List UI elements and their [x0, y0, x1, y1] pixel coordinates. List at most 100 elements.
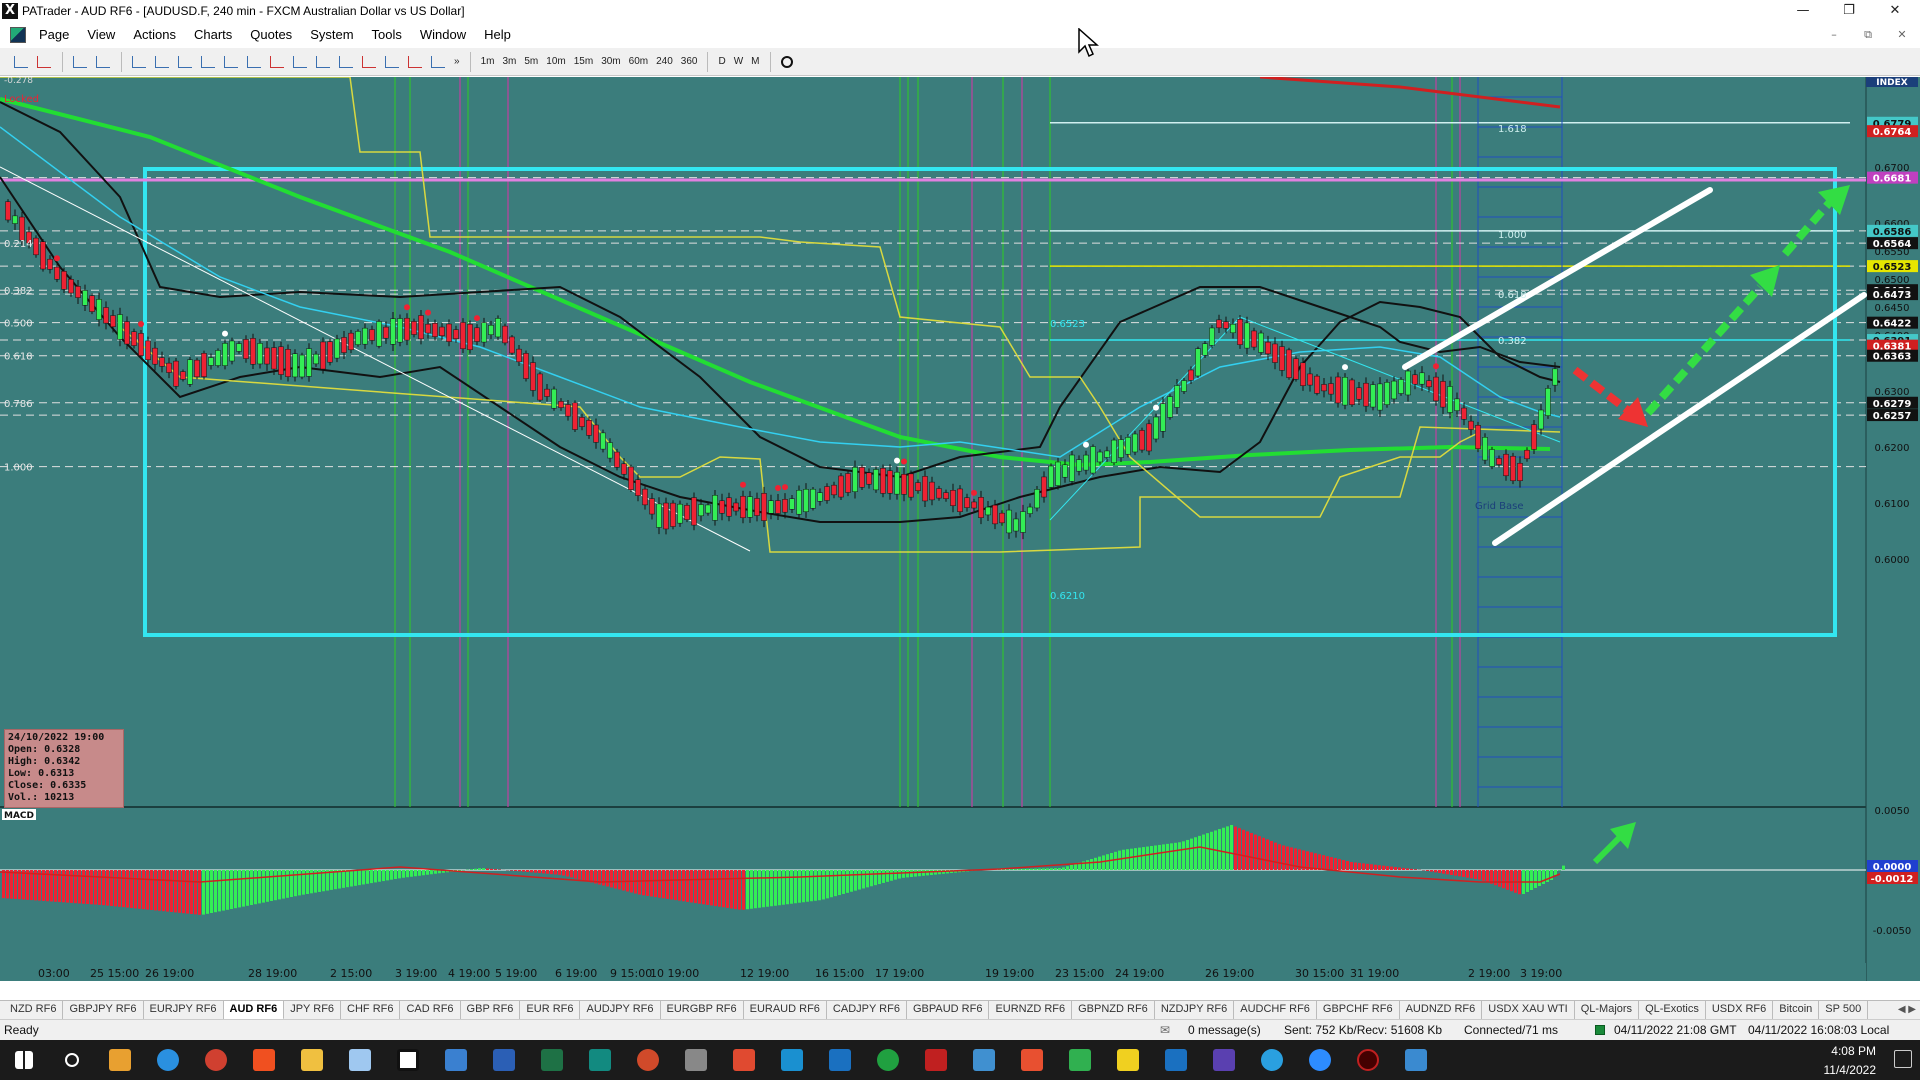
calculator-icon[interactable] — [432, 1040, 480, 1080]
tab-gbpchf-rf6[interactable]: GBPCHF RF6 — [1317, 1001, 1400, 1019]
price-chart[interactable]: 0.67000.66000.65500.65000.64500.64000.63… — [0, 77, 1920, 981]
notification-icon[interactable] — [1894, 1050, 1912, 1068]
menu-charts[interactable]: Charts — [185, 22, 241, 48]
patrader-icon[interactable] — [384, 1040, 432, 1080]
fibonacci-fan-icon[interactable] — [220, 52, 241, 72]
tab-jpy-rf6[interactable]: JPY RF6 — [284, 1001, 342, 1019]
tab-eurnzd-rf6[interactable]: EURNZD RF6 — [989, 1001, 1073, 1019]
app-icon-orange-c[interactable] — [1008, 1040, 1056, 1080]
chart-area[interactable]: 0.67000.66000.65500.65000.64500.64000.63… — [0, 77, 1920, 981]
menu-view[interactable]: View — [78, 22, 124, 48]
tab-gbp-rf6[interactable]: GBP RF6 — [461, 1001, 521, 1019]
crosshair-icon[interactable] — [92, 52, 113, 72]
unlink-chart-icon[interactable] — [33, 52, 54, 72]
fibonacci-retracement-icon[interactable] — [266, 52, 287, 72]
ninjatrader-icon[interactable] — [864, 1040, 912, 1080]
fibonacci-arc-icon[interactable] — [243, 52, 264, 72]
tab-cad-rf6[interactable]: CAD RF6 — [400, 1001, 461, 1019]
chart-window-icon[interactable] — [10, 27, 26, 43]
app-icon-purple[interactable] — [1200, 1040, 1248, 1080]
powerpoint-icon[interactable] — [624, 1040, 672, 1080]
tab-gbpnzd-rf6[interactable]: GBPNZD RF6 — [1072, 1001, 1155, 1019]
menu-page[interactable]: Page — [30, 22, 78, 48]
outlook-icon[interactable] — [816, 1040, 864, 1080]
menu-window[interactable]: Window — [411, 22, 475, 48]
tab-sp-500[interactable]: SP 500 — [1819, 1001, 1869, 1019]
text-tool-icon[interactable] — [381, 52, 402, 72]
menu-quotes[interactable]: Quotes — [241, 22, 301, 48]
menu-help[interactable]: Help — [475, 22, 520, 48]
telegram-icon[interactable] — [1248, 1040, 1296, 1080]
app-icon-gray[interactable] — [672, 1040, 720, 1080]
vertical-line-icon[interactable] — [174, 52, 195, 72]
tab-audjpy-rf6[interactable]: AUDJPY RF6 — [580, 1001, 661, 1019]
child-restore-button[interactable]: ⧉ — [1857, 26, 1879, 44]
horizontal-line-icon[interactable] — [151, 52, 172, 72]
child-minimize-button[interactable]: – — [1823, 26, 1845, 44]
timeframe-360[interactable]: 360 — [677, 52, 702, 72]
notes-icon[interactable] — [336, 1040, 384, 1080]
gann-fan-icon[interactable] — [312, 52, 333, 72]
zoom-icon[interactable] — [1296, 1040, 1344, 1080]
timeframe-5m[interactable]: 5m — [520, 52, 542, 72]
app-icon-photos[interactable] — [1392, 1040, 1440, 1080]
app-icon-red-s[interactable] — [720, 1040, 768, 1080]
child-close-button[interactable]: ✕ — [1891, 26, 1913, 44]
excel-icon[interactable] — [528, 1040, 576, 1080]
tab-nzdjpy-rf6[interactable]: NZDJPY RF6 — [1155, 1001, 1235, 1019]
timeframe-1m[interactable]: 1m — [477, 52, 499, 72]
tab-euraud-rf6[interactable]: EURAUD RF6 — [744, 1001, 827, 1019]
sticky-notes-icon[interactable] — [1104, 1040, 1152, 1080]
publisher-icon[interactable] — [576, 1040, 624, 1080]
tab-chf-rf6[interactable]: CHF RF6 — [341, 1001, 401, 1019]
cycle-lines-icon[interactable] — [335, 52, 356, 72]
link-chart-icon[interactable] — [10, 52, 31, 72]
chrome-icon[interactable] — [192, 1040, 240, 1080]
app-icon-blue-square[interactable] — [1152, 1040, 1200, 1080]
brave-icon[interactable] — [240, 1040, 288, 1080]
tab-gbpaud-rf6[interactable]: GBPAUD RF6 — [907, 1001, 990, 1019]
chart-type-icon[interactable] — [69, 52, 90, 72]
maximize-button[interactable]: ❐ — [1826, 0, 1872, 22]
menu-tools[interactable]: Tools — [363, 22, 411, 48]
tab-ql-majors[interactable]: QL-Majors — [1575, 1001, 1640, 1019]
pointer-icon[interactable] — [128, 52, 149, 72]
menu-system[interactable]: System — [301, 22, 362, 48]
file-explorer-icon[interactable] — [288, 1040, 336, 1080]
skype-icon[interactable] — [768, 1040, 816, 1080]
period-monthly[interactable]: M — [747, 52, 763, 72]
tab-eurgbp-rf6[interactable]: EURGBP RF6 — [661, 1001, 744, 1019]
timeframe-3m[interactable]: 3m — [498, 52, 520, 72]
tab-usdx-xau-wti[interactable]: USDX XAU WTI — [1482, 1001, 1575, 1019]
channel-icon[interactable] — [358, 52, 379, 72]
mail-app-icon[interactable] — [96, 1040, 144, 1080]
timeframe-10m[interactable]: 10m — [542, 52, 569, 72]
tab-cadjpy-rf6[interactable]: CADJPY RF6 — [827, 1001, 907, 1019]
app-icon-dark-red[interactable] — [1344, 1040, 1392, 1080]
tab-ql-exotics[interactable]: QL-Exotics — [1639, 1001, 1706, 1019]
minimize-button[interactable]: — — [1780, 0, 1826, 22]
timeframe-60m[interactable]: 60m — [625, 52, 652, 72]
word-icon[interactable] — [480, 1040, 528, 1080]
speed-lines-icon[interactable] — [404, 52, 425, 72]
levels-icon[interactable] — [427, 52, 448, 72]
tab-bitcoin[interactable]: Bitcoin — [1773, 1001, 1820, 1019]
timeframe-15m[interactable]: 15m — [570, 52, 597, 72]
tab-scroll-arrows[interactable]: ◀ ▶ — [1898, 1001, 1916, 1019]
timeframe-240[interactable]: 240 — [652, 52, 677, 72]
menu-actions[interactable]: Actions — [124, 22, 185, 48]
tab-audchf-rf6[interactable]: AUDCHF RF6 — [1234, 1001, 1317, 1019]
toolbar-more[interactable]: » — [450, 52, 464, 72]
app-icon-red-check[interactable] — [912, 1040, 960, 1080]
tab-nzd-rf6[interactable]: NZD RF6 — [4, 1001, 64, 1019]
app-icon-blue-arrow[interactable] — [960, 1040, 1008, 1080]
tab-eurjpy-rf6[interactable]: EURJPY RF6 — [144, 1001, 224, 1019]
close-button[interactable]: ✕ — [1872, 0, 1918, 22]
clock-icon[interactable] — [777, 52, 798, 72]
tab-usdx-rf6[interactable]: USDX RF6 — [1706, 1001, 1774, 1019]
trendline-icon[interactable] — [197, 52, 218, 72]
timeframe-30m[interactable]: 30m — [597, 52, 624, 72]
period-weekly[interactable]: W — [730, 52, 747, 72]
tab-gbpjpy-rf6[interactable]: GBPJPY RF6 — [63, 1001, 144, 1019]
fibonacci-grid-icon[interactable] — [289, 52, 310, 72]
